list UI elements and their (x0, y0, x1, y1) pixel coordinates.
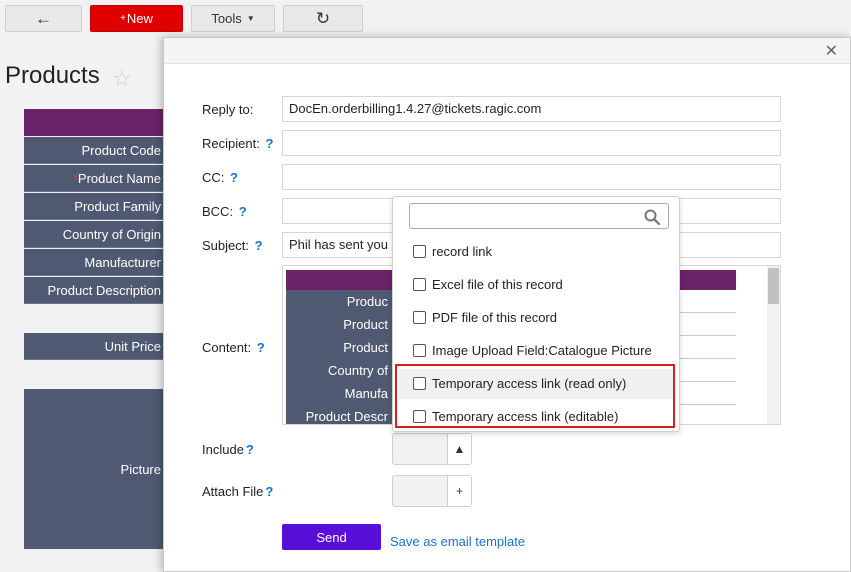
include-label: Include? (202, 442, 254, 457)
checkbox[interactable] (413, 277, 426, 291)
help-icon: ? (256, 340, 265, 355)
help-icon: ? (238, 204, 247, 219)
tools-menu-button[interactable]: Tools ▼ (191, 5, 275, 32)
preview-field-label: Product Descr (286, 405, 392, 424)
preview-field-label: Manufa (286, 382, 392, 405)
preview-field-label: Product (286, 313, 392, 336)
save-as-template-link[interactable]: Save as email template (390, 534, 525, 549)
help-icon: ? (254, 238, 263, 253)
close-icon[interactable]: ✕ (825, 41, 838, 61)
form-header-bar (24, 109, 169, 136)
content-scrollbar[interactable] (767, 266, 780, 424)
search-icon (644, 209, 660, 225)
dropdown-search-input[interactable] (409, 203, 669, 229)
option-pdf-file[interactable]: PDF file of this record (413, 307, 557, 327)
highlight-annotation-box (395, 364, 675, 428)
checkbox[interactable] (413, 244, 426, 258)
preview-field-label: Country of (286, 359, 392, 382)
field-label-country-of-origin: Country of Origin (24, 221, 169, 248)
star-icon[interactable]: ☆ (112, 66, 132, 92)
checkbox[interactable] (413, 310, 426, 324)
subject-label: Subject: ? (202, 238, 263, 253)
field-label-product-name: * Product Name (24, 165, 169, 192)
reply-to-label: Reply to: (202, 102, 254, 117)
attach-file-picker[interactable]: + (392, 475, 472, 507)
send-button[interactable]: Send (282, 524, 381, 550)
option-image-upload-field[interactable]: Image Upload Field:Catalogue Picture (413, 340, 652, 360)
tools-label: Tools (211, 11, 242, 26)
new-button[interactable]: + New (90, 5, 183, 32)
recipient-field[interactable] (282, 130, 781, 156)
include-select[interactable]: ▲ (392, 433, 472, 465)
cc-field[interactable] (282, 164, 781, 190)
preview-divider (679, 312, 736, 313)
field-label-unit-price: Unit Price (24, 333, 169, 360)
help-icon: ? (265, 136, 274, 151)
preview-field-label: Product (286, 336, 392, 359)
arrow-left-icon: ← (35, 8, 52, 28)
help-icon: ? (230, 170, 238, 185)
preview-divider (679, 335, 736, 336)
preview-divider (679, 404, 736, 405)
scrollbar-thumb[interactable] (768, 268, 779, 304)
dialog-title-bar (164, 38, 850, 64)
new-label: New (126, 11, 153, 26)
cc-label: CC: ? (202, 170, 238, 185)
plus-icon[interactable]: + (447, 476, 471, 506)
bcc-label: BCC: ? (202, 204, 247, 219)
field-label-picture: Picture (24, 389, 169, 549)
refresh-icon: ↻ (315, 8, 331, 28)
field-label-manufacturer: Manufacturer (24, 249, 169, 276)
caret-down-icon: ▼ (246, 14, 255, 23)
field-label-product-description: Product Description (24, 277, 169, 304)
field-label-product-family: Product Family (24, 193, 169, 220)
page-title: Products (5, 62, 100, 89)
refresh-button[interactable]: ↻ (283, 5, 363, 32)
preview-divider (679, 358, 736, 359)
field-label-product-code: Product Code (24, 137, 169, 164)
recipient-label: Recipient: ? (202, 136, 274, 151)
preview-field-label: Produc (286, 290, 392, 313)
option-excel-file[interactable]: Excel file of this record (413, 274, 563, 294)
help-icon: ? (245, 442, 254, 457)
content-label: Content: ? (202, 340, 265, 355)
caret-up-icon[interactable]: ▲ (447, 434, 471, 464)
attach-file-label: Attach File? (202, 484, 274, 499)
checkbox[interactable] (413, 343, 426, 357)
new-plus: + (120, 13, 126, 24)
back-button[interactable]: ← (5, 5, 82, 32)
help-icon: ? (265, 484, 274, 499)
option-record-link[interactable]: record link (413, 241, 492, 261)
preview-divider (679, 381, 736, 382)
reply-to-field[interactable]: DocEn.orderbilling1.4.27@tickets.ragic.c… (282, 96, 781, 122)
